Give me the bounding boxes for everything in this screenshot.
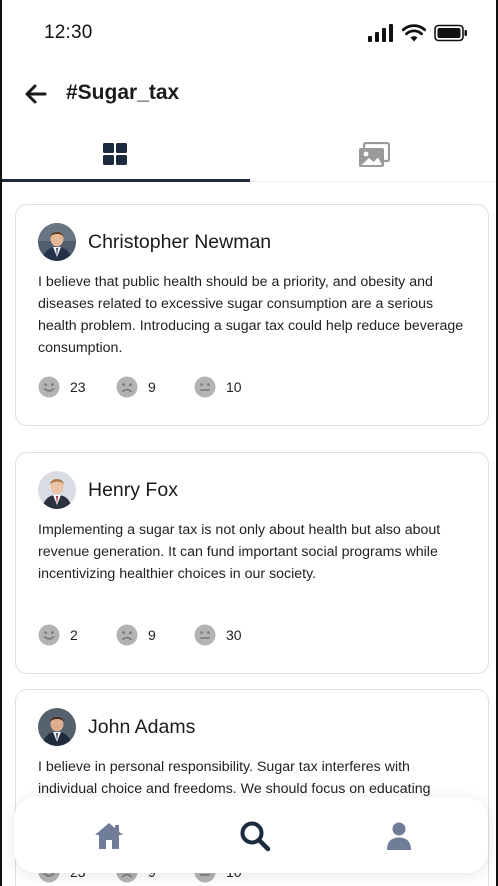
- nav-profile-button[interactable]: [382, 819, 416, 853]
- happy-reaction-button[interactable]: 2: [38, 624, 88, 646]
- post-header: Christopher Newman: [38, 223, 271, 261]
- neutral-reaction-button[interactable]: 30: [194, 624, 244, 646]
- arrow-left-icon: [25, 84, 47, 104]
- happy-count: 23: [70, 379, 86, 395]
- app-frame: 12:30 #Sugar_tax Christopher Newman I be…: [0, 0, 498, 886]
- avatar[interactable]: [38, 471, 76, 509]
- smile-icon: [38, 624, 60, 646]
- search-icon: [240, 821, 271, 852]
- neutral-face-icon: [194, 624, 216, 646]
- battery-icon: [434, 24, 467, 42]
- author-name[interactable]: John Adams: [88, 716, 195, 739]
- frown-icon: [116, 624, 138, 646]
- neutral-face-icon: [194, 376, 216, 398]
- tab-media[interactable]: [250, 128, 496, 182]
- page-title: #Sugar_tax: [66, 81, 180, 104]
- status-time: 12:30: [44, 22, 93, 43]
- view-tabs: [2, 128, 496, 182]
- avatar-image: [38, 223, 76, 261]
- home-icon: [95, 823, 123, 849]
- frown-icon: [116, 376, 138, 398]
- post-body: I believe in personal responsibility. Su…: [38, 759, 431, 797]
- post-header: John Adams: [38, 708, 195, 746]
- neutral-count: 30: [226, 627, 242, 643]
- happy-count: 2: [70, 627, 78, 643]
- cellular-signal-icon: [368, 24, 393, 42]
- post-body: Implementing a sugar tax is not only abo…: [38, 522, 441, 582]
- happy-reaction-button[interactable]: 23: [38, 376, 88, 398]
- author-name[interactable]: Christopher Newman: [88, 231, 271, 254]
- sad-count: 9: [148, 379, 156, 395]
- smile-icon: [38, 376, 60, 398]
- status-bar: 12:30: [2, 0, 496, 62]
- tab-grid[interactable]: [2, 128, 250, 182]
- post-header: Henry Fox: [38, 471, 178, 509]
- sad-reaction-button[interactable]: 9: [116, 376, 166, 398]
- sad-reaction-button[interactable]: 9: [116, 624, 166, 646]
- author-name[interactable]: Henry Fox: [88, 479, 178, 502]
- nav-home-button[interactable]: [92, 819, 126, 853]
- post-body: I believe that public health should be a…: [38, 274, 464, 356]
- status-icons: [368, 24, 468, 42]
- post-card[interactable]: Christopher Newman I believe that public…: [15, 204, 489, 426]
- post-card[interactable]: Henry Fox Implementing a sugar tax is no…: [15, 452, 489, 674]
- reaction-bar: 23 9 10: [38, 376, 272, 398]
- nav-search-button[interactable]: [238, 819, 272, 853]
- active-tab-indicator: [2, 179, 250, 182]
- neutral-reaction-button[interactable]: 10: [194, 376, 244, 398]
- avatar[interactable]: [38, 223, 76, 261]
- reaction-bar: 2 9 30: [38, 624, 272, 646]
- app-header: #Sugar_tax: [2, 72, 496, 116]
- back-button[interactable]: [22, 80, 50, 108]
- wifi-icon: [402, 24, 426, 42]
- profile-icon: [387, 822, 411, 850]
- neutral-count: 10: [226, 379, 242, 395]
- avatar[interactable]: [38, 708, 76, 746]
- grid-icon: [103, 143, 127, 165]
- avatar-image: [38, 471, 76, 509]
- avatar-image: [38, 708, 76, 746]
- sad-count: 9: [148, 627, 156, 643]
- images-icon: [359, 142, 390, 167]
- bottom-navigation: [14, 797, 488, 873]
